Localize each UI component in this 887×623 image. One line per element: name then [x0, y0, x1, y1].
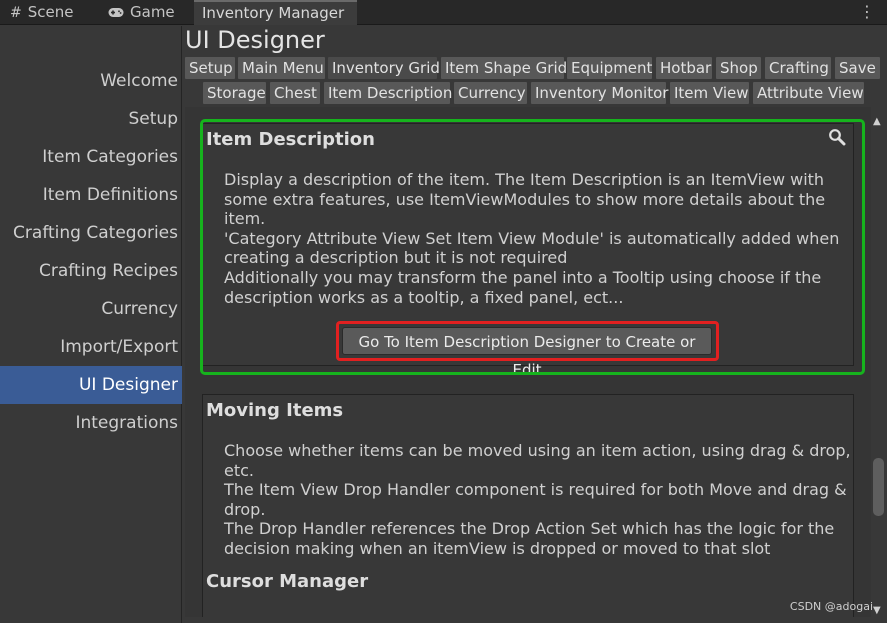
- item-description-title: Item Description: [206, 129, 375, 150]
- tab-scene[interactable]: # Scene: [10, 0, 73, 25]
- unity-editor-window: # Scene Game Inventory Manager ⋮ Welcome …: [0, 0, 887, 623]
- sidebar: Welcome Setup Item Categories Item Defin…: [0, 26, 182, 623]
- text-line: etc.: [224, 460, 254, 480]
- text-line: decision making when an itemView is drop…: [224, 538, 771, 558]
- cursor-manager-title: Cursor Manager: [206, 571, 369, 592]
- tool-setup-button[interactable]: Setup: [185, 57, 235, 79]
- sidebar-item-welcome[interactable]: Welcome: [0, 62, 182, 100]
- tool-item-view-button[interactable]: Item View: [670, 82, 749, 104]
- text-line: The Item View Drop Handler component is …: [224, 480, 847, 500]
- sidebar-item-currency[interactable]: Currency: [0, 290, 182, 328]
- sidebar-item-setup[interactable]: Setup: [0, 100, 182, 138]
- moving-items-title: Moving Items: [206, 400, 344, 421]
- tool-shop-button[interactable]: Shop: [716, 57, 761, 79]
- main-content: UI Designer Setup Main Menu Inventory Gr…: [183, 26, 887, 623]
- gamepad-icon: [108, 1, 124, 26]
- moving-items-text: Choose whether items can be moved using …: [224, 441, 851, 559]
- grid-icon: #: [10, 5, 22, 21]
- moving-items-panel: Moving Items Choose whether items can be…: [202, 394, 854, 617]
- tab-game-label: Game: [130, 3, 175, 21]
- window-tab-bar: # Scene Game Inventory Manager ⋮: [0, 0, 887, 25]
- text-line: creating a description but it is not req…: [224, 248, 568, 268]
- tool-save-button[interactable]: Save: [835, 57, 880, 79]
- text-line: some extra features, use ItemViewModules…: [224, 189, 826, 209]
- tab-scene-label: Scene: [27, 3, 74, 21]
- sidebar-item-item-categories[interactable]: Item Categories: [0, 138, 182, 176]
- tool-equipment-button[interactable]: Equipment: [567, 57, 652, 79]
- tab-inventory-manager-label: Inventory Manager: [202, 4, 345, 22]
- sidebar-item-item-definitions[interactable]: Item Definitions: [0, 176, 182, 214]
- sidebar-item-ui-designer[interactable]: UI Designer: [0, 366, 182, 404]
- sidebar-item-crafting-recipes[interactable]: Crafting Recipes: [0, 252, 182, 290]
- scroll-up-arrow-icon[interactable]: ▲: [873, 116, 881, 127]
- tool-item-shape-grid-button[interactable]: Item Shape Grid: [441, 57, 567, 79]
- tool-chest-button[interactable]: Chest: [270, 82, 320, 104]
- tab-inventory-manager[interactable]: Inventory Manager: [194, 0, 357, 25]
- text-line: description works as a tooltip, a fixed …: [224, 287, 624, 307]
- watermark: CSDN @adogai: [789, 600, 873, 613]
- text-line: Choose whether items can be moved using …: [224, 441, 851, 460]
- tool-item-description-button[interactable]: Item Description: [324, 82, 452, 104]
- tool-crafting-button[interactable]: Crafting: [765, 57, 831, 79]
- tool-currency-button[interactable]: Currency: [454, 82, 527, 104]
- tool-main-menu-button[interactable]: Main Menu: [238, 57, 325, 79]
- text-line: Additionally you may transform the panel…: [224, 267, 822, 287]
- tool-hotbar-button[interactable]: Hotbar: [656, 57, 712, 79]
- search-icon[interactable]: [828, 128, 846, 146]
- content-scrollbar[interactable]: ▲ ▼: [871, 108, 885, 618]
- page-title: UI Designer: [185, 26, 325, 54]
- sidebar-item-import-export[interactable]: Import/Export: [0, 328, 182, 366]
- tab-game[interactable]: Game: [108, 0, 175, 25]
- item-description-text: Display a description of the item. The I…: [224, 170, 839, 307]
- tool-storage-button[interactable]: Storage: [203, 82, 266, 104]
- text-line: 'Category Attribute View Set Item View M…: [224, 228, 840, 248]
- sidebar-item-integrations[interactable]: Integrations: [0, 404, 182, 442]
- text-line: item.: [224, 209, 266, 229]
- scroll-down-arrow-icon[interactable]: ▼: [873, 605, 881, 616]
- sidebar-item-crafting-categories[interactable]: Crafting Categories: [0, 214, 182, 252]
- go-to-item-description-designer-button[interactable]: Go To Item Description Designer to Creat…: [342, 327, 712, 379]
- text-line: drop.: [224, 499, 266, 519]
- more-options-icon[interactable]: ⋮: [859, 2, 875, 21]
- tool-inventory-grid-button[interactable]: Inventory Grid: [328, 57, 440, 79]
- tool-attribute-view-button[interactable]: Attribute View: [753, 82, 864, 104]
- tool-inventory-monitor-button[interactable]: Inventory Monitor: [531, 82, 668, 104]
- text-line: Display a description of the item. The I…: [224, 170, 825, 189]
- text-line: The Drop Handler references the Drop Act…: [224, 519, 835, 539]
- scrollbar-thumb[interactable]: [873, 458, 884, 516]
